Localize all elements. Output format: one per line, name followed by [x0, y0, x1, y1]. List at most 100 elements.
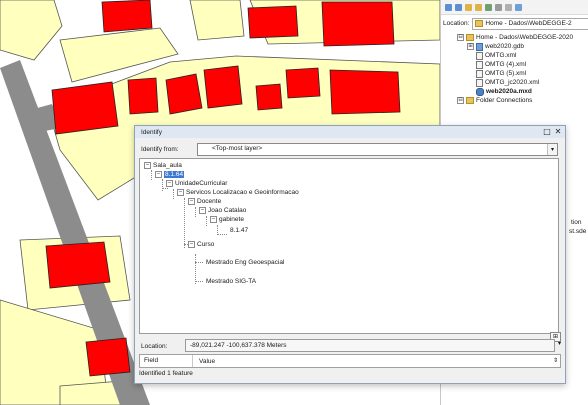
building-polygon — [165, 73, 203, 115]
building-polygon — [255, 83, 283, 111]
tree-node-layer[interactable]: − Sala_aula — [144, 161, 182, 170]
identify-location-row: Location: — [141, 340, 167, 352]
identify-location-value: -89,021.247 -100,637.378 Meters — [190, 342, 287, 349]
xml-file-icon — [476, 60, 483, 69]
parcel-polygon — [189, 0, 245, 41]
chevron-down-icon[interactable]: ▾ — [547, 144, 557, 155]
building-polygon — [321, 1, 395, 47]
collapse-icon[interactable]: − — [177, 189, 184, 196]
home-icon[interactable] — [475, 3, 482, 11]
tree-node-relationship[interactable]: − Curso — [188, 240, 214, 249]
expand-icon[interactable]: ⊞ — [467, 43, 474, 50]
identify-results-tree[interactable]: − Sala_aula − 8.1.64 − UnidadeCurricular… — [139, 158, 559, 334]
tree-node-label: Servicos Localizacao e Geoinformacao — [186, 189, 299, 196]
building-polygon — [127, 77, 159, 115]
collapse-icon[interactable]: ⊟ — [457, 34, 464, 41]
column-header-field[interactable]: Field — [140, 355, 193, 367]
building-polygon — [329, 69, 401, 115]
tree-node-label: Mestrado SIG-TA — [206, 278, 257, 285]
chevron-down-icon[interactable]: ▾ — [558, 340, 561, 347]
catalog-tree-label: OMTG (5).xml — [485, 70, 527, 77]
toolbar-dropdown-icon[interactable] — [505, 3, 512, 11]
building-polygon — [45, 241, 111, 289]
catalog-tree-label: Folder Connections — [476, 97, 533, 104]
tree-node-relationship[interactable]: − gabinete — [210, 215, 244, 224]
tree-node-label: Joao Catalao — [208, 207, 247, 214]
building-polygon — [85, 337, 131, 377]
close-icon[interactable]: ✕ — [554, 128, 562, 136]
collapse-icon[interactable]: ⊟ — [457, 97, 464, 104]
building-polygon — [101, 0, 153, 33]
collapse-icon[interactable]: − — [188, 198, 195, 205]
catalog-location-bar: Location: Home - Dados\WebDEGGE-2 — [441, 17, 588, 30]
catalog-location-label: Location: — [443, 20, 470, 27]
building-polygon — [51, 81, 119, 135]
tree-node-related-record[interactable]: − Joao Catalao — [199, 206, 246, 215]
collapse-icon[interactable]: − — [210, 216, 217, 223]
identify-location-label: Location: — [141, 342, 168, 350]
catalog-truncated-text: tion — [571, 219, 582, 226]
collapse-icon[interactable]: − — [199, 207, 206, 214]
identify-status-text: Identified 1 feature — [139, 370, 193, 377]
catalog-tree-label: Home - Dados\WebDEGGE-2020 — [476, 34, 574, 41]
restore-icon[interactable]: □ — [543, 128, 551, 136]
identify-dialog: Identify □ ✕ Identify from: <Top-most la… — [134, 125, 566, 384]
identify-from-label: Identify from: — [141, 145, 179, 153]
catalog-tree-item[interactable]: OMTG.xml — [441, 51, 588, 60]
catalog-tree-label: web2020.gdb — [485, 43, 525, 50]
view-options-icon[interactable] — [495, 3, 502, 11]
identify-title-bar[interactable]: Identify □ ✕ — [135, 126, 565, 138]
tree-node-related-record[interactable]: Mestrado Eng Geoespacial — [206, 258, 284, 267]
catalog-location-input[interactable]: Home - Dados\WebDEGGE-2 — [472, 17, 588, 30]
xml-file-icon — [476, 51, 483, 60]
catalog-tree-label: OMTG.xml — [485, 52, 517, 59]
collapse-icon[interactable]: − — [144, 162, 151, 169]
catalog-tree-icon[interactable] — [515, 3, 522, 11]
tree-node-label: Sala_aula — [153, 162, 182, 169]
tree-node-label: Docente — [197, 198, 222, 205]
collapse-icon[interactable]: − — [166, 180, 173, 187]
tree-node-relationship[interactable]: − UnidadeCurricular — [166, 179, 227, 188]
connect-folder-icon[interactable] — [485, 3, 492, 11]
building-polygon — [247, 5, 299, 39]
scroll-arrows-icon[interactable]: ⇕ — [553, 356, 558, 366]
home-folder-icon — [466, 34, 474, 41]
tree-node-label: 8.1.47 — [230, 227, 249, 234]
folder-icon — [466, 97, 474, 104]
tree-node-label: Curso — [197, 241, 215, 248]
building-polygon — [285, 67, 321, 99]
up-folder-icon[interactable] — [465, 3, 472, 11]
identify-from-dropdown[interactable]: <Top-most layer> ▾ — [197, 143, 558, 156]
identify-from-value: <Top-most layer> — [212, 145, 263, 152]
collapse-icon[interactable]: − — [188, 241, 195, 248]
identify-attribute-table[interactable]: Field Value ⇕ — [139, 354, 561, 368]
tree-node-label: UnidadeCurricular — [175, 180, 228, 187]
tree-node-label: gabinete — [219, 216, 244, 223]
catalog-toolbar — [441, 0, 588, 15]
catalog-tree: ⊟ Home - Dados\WebDEGGE-2020 ⊞ web2020.g… — [441, 33, 588, 105]
catalog-tree-item[interactable]: OMTG_jc2020.xml — [441, 78, 588, 87]
forward-icon[interactable] — [455, 3, 462, 11]
tree-node-related-record[interactable]: Mestrado SIG-TA — [206, 277, 256, 286]
catalog-tree-label: OMTG (4).xml — [485, 61, 527, 68]
building-polygon — [203, 65, 243, 109]
column-header-value[interactable]: Value — [193, 358, 215, 365]
catalog-tree-item[interactable]: ⊞ web2020.gdb — [441, 42, 588, 51]
tree-node-related-record[interactable]: − Servicos Localizacao e Geoinformacao — [177, 188, 299, 197]
collapse-icon[interactable]: − — [155, 171, 162, 178]
map-document-icon — [476, 87, 484, 96]
tree-node-relationship[interactable]: − Docente — [188, 197, 221, 206]
catalog-tree-item[interactable]: OMTG (4).xml — [441, 60, 588, 69]
home-folder-icon — [475, 20, 484, 27]
xml-file-icon — [476, 69, 483, 78]
tree-node-feature[interactable]: − 8.1.64 — [155, 170, 185, 179]
catalog-tree-label: OMTG_jc2020.xml — [485, 79, 540, 86]
catalog-tree-item[interactable]: OMTG (5).xml — [441, 69, 588, 78]
catalog-tree-item[interactable]: web2020a.mxd — [441, 87, 588, 96]
identify-location-field[interactable]: -89,021.247 -100,637.378 Meters — [185, 339, 555, 352]
tree-node-related-record[interactable]: 8.1.47 — [230, 226, 248, 235]
catalog-tree-item[interactable]: ⊟ Home - Dados\WebDEGGE-2020 — [441, 33, 588, 42]
back-icon[interactable] — [445, 3, 452, 11]
catalog-tree-item[interactable]: ⊟ Folder Connections — [441, 96, 588, 105]
catalog-truncated-text: st.sde — [569, 228, 587, 235]
